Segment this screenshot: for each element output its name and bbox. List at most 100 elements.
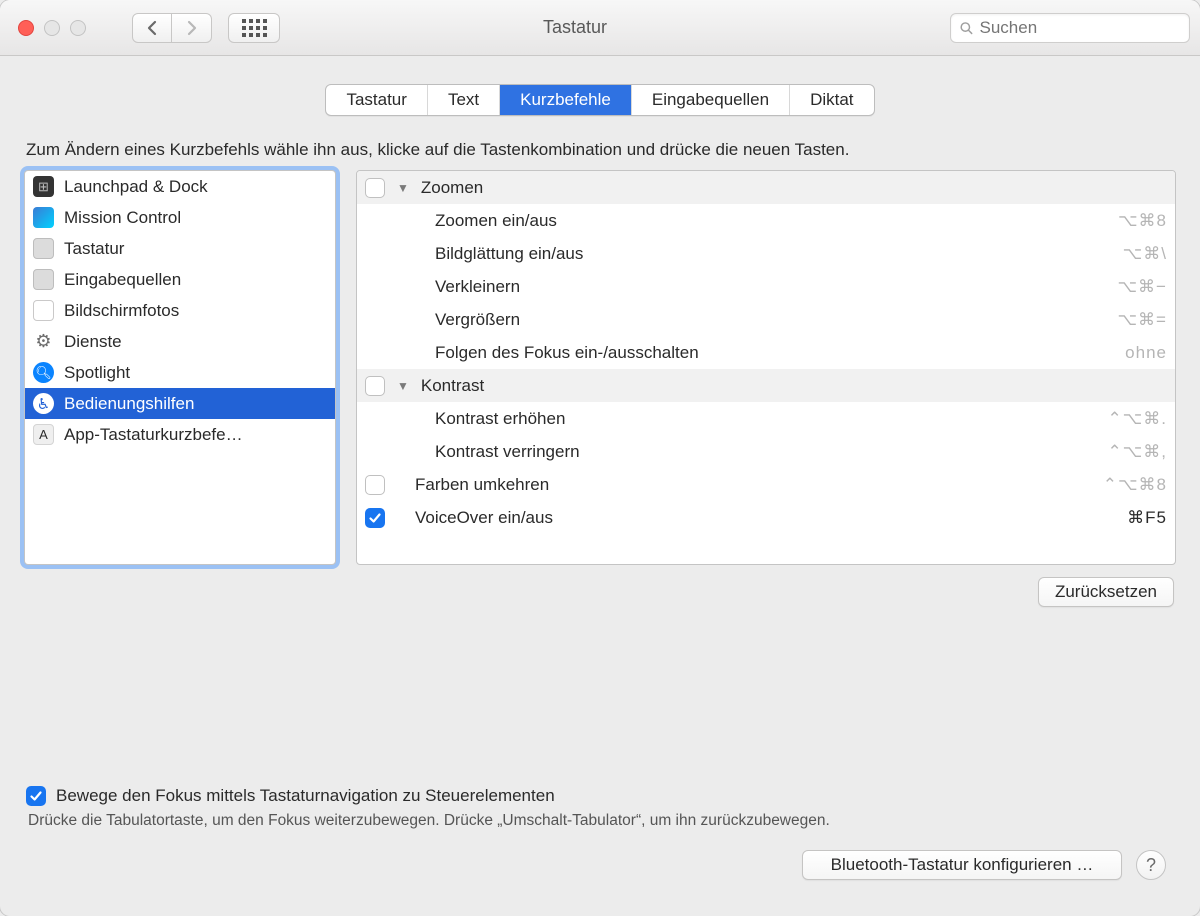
group-header[interactable]: ▼ Kontrast: [357, 369, 1175, 402]
keyboard-nav-sub: Drücke die Tabulatortaste, um den Fokus …: [28, 812, 1174, 830]
category-label: Bildschirmfotos: [64, 301, 179, 321]
shortcut-label: Kontrast erhöhen: [435, 409, 1095, 429]
check-icon: [29, 789, 43, 803]
shortcut-row[interactable]: VoiceOver ein/aus ⌘F5: [357, 501, 1175, 534]
group-checkbox[interactable]: [365, 376, 385, 396]
tab-eingabequellen[interactable]: Eingabequellen: [632, 85, 790, 115]
shortcut-keys[interactable]: ⌘F5: [1127, 508, 1167, 528]
keyboard-nav-checkbox[interactable]: [26, 786, 46, 806]
keyboard-nav-block: Bewege den Fokus mittels Tastaturnavigat…: [26, 786, 1174, 830]
category-launchpad[interactable]: ⊞ Launchpad & Dock: [25, 171, 335, 202]
shortcut-keys[interactable]: ⌥⌘\: [1123, 244, 1167, 264]
app-icon: A: [33, 424, 54, 445]
panels: ⊞ Launchpad & Dock Mission Control Tastatur…: [24, 170, 1176, 565]
shortcut-row[interactable]: Verkleinern ⌥⌘−: [357, 270, 1175, 303]
search-field[interactable]: [950, 13, 1190, 43]
category-label: Tastatur: [64, 239, 124, 259]
content: TastaturTextKurzbefehleEingabequellenDik…: [0, 56, 1200, 916]
window-controls: [18, 20, 86, 36]
shortcut-row[interactable]: Folgen des Fokus ein-/ausschalten ohne: [357, 336, 1175, 369]
search-icon: [959, 20, 974, 36]
tabbar: TastaturTextKurzbefehleEingabequellenDik…: [325, 84, 874, 116]
launchpad-icon: ⊞: [33, 176, 54, 197]
group-label: Kontrast: [421, 376, 1167, 396]
shortcut-keys[interactable]: ⌃⌥⌘.: [1107, 409, 1167, 429]
spotlight-icon: 🔍︎: [33, 362, 54, 383]
disclosure-triangle-icon[interactable]: ▼: [397, 379, 409, 393]
keyboard-icon: [33, 238, 54, 259]
gear-icon: ⚙: [33, 331, 54, 352]
shortcut-row[interactable]: Kontrast erhöhen ⌃⌥⌘.: [357, 402, 1175, 435]
category-screenshot[interactable]: Bildschirmfotos: [25, 295, 335, 326]
shortcut-keys[interactable]: ⌥⌘8: [1118, 211, 1167, 231]
category-label: Mission Control: [64, 208, 181, 228]
category-label: Dienste: [64, 332, 122, 352]
screenshot-icon: [33, 300, 54, 321]
group-label: Zoomen: [421, 178, 1167, 198]
category-label: Eingabequellen: [64, 270, 181, 290]
reset-row: Zurücksetzen: [18, 577, 1182, 607]
instructions-text: Zum Ändern eines Kurzbefehls wähle ihn a…: [26, 140, 1174, 160]
help-button[interactable]: ?: [1136, 850, 1166, 880]
shortcut-row[interactable]: Bildglättung ein/aus ⌥⌘\: [357, 237, 1175, 270]
category-keyboard[interactable]: Tastatur: [25, 233, 335, 264]
a11y-icon: ♿︎: [33, 393, 54, 414]
window-title: Tastatur: [210, 17, 940, 38]
chevron-left-icon: [145, 20, 159, 36]
forward-button[interactable]: [172, 13, 212, 43]
zoom-window-button[interactable]: [70, 20, 86, 36]
chevron-right-icon: [185, 20, 199, 36]
bluetooth-button[interactable]: Bluetooth-Tastatur konfigurieren …: [802, 850, 1122, 880]
shortcut-checkbox[interactable]: [365, 508, 385, 528]
shortcut-label: VoiceOver ein/aus: [415, 508, 1115, 528]
group-header[interactable]: ▼ Zoomen: [357, 171, 1175, 204]
disclosure-triangle-icon[interactable]: ▼: [397, 181, 409, 195]
shortcut-row[interactable]: Farben umkehren ⌃⌥⌘8: [357, 468, 1175, 501]
search-input[interactable]: [980, 18, 1181, 38]
shortcut-row[interactable]: Vergrößern ⌥⌘=: [357, 303, 1175, 336]
shortcut-label: Vergrößern: [435, 310, 1105, 330]
shortcuts-table[interactable]: ▼ Zoomen Zoomen ein/aus ⌥⌘8 Bildglättung ein…: [356, 170, 1176, 565]
category-label: App-Tastaturkurzbefe…: [64, 425, 243, 445]
category-label: Bedienungshilfen: [64, 394, 194, 414]
category-mission[interactable]: Mission Control: [25, 202, 335, 233]
shortcut-keys[interactable]: ⌥⌘−: [1117, 277, 1167, 297]
tab-diktat[interactable]: Diktat: [790, 85, 873, 115]
preferences-window: Tastatur TastaturTextKurzbefehleEingabeq…: [0, 0, 1200, 916]
shortcut-keys[interactable]: ⌃⌥⌘8: [1103, 475, 1167, 495]
category-label: Spotlight: [64, 363, 130, 383]
group-checkbox[interactable]: [365, 178, 385, 198]
titlebar: Tastatur: [0, 0, 1200, 56]
back-button[interactable]: [132, 13, 172, 43]
category-input[interactable]: Eingabequellen: [25, 264, 335, 295]
reset-button[interactable]: Zurücksetzen: [1038, 577, 1174, 607]
shortcut-label: Kontrast verringern: [435, 442, 1095, 462]
shortcut-label: Zoomen ein/aus: [435, 211, 1106, 231]
shortcut-row[interactable]: Zoomen ein/aus ⌥⌘8: [357, 204, 1175, 237]
category-gear[interactable]: ⚙ Dienste: [25, 326, 335, 357]
input-icon: [33, 269, 54, 290]
shortcut-keys[interactable]: ⌃⌥⌘,: [1107, 442, 1167, 462]
shortcut-label: Farben umkehren: [415, 475, 1091, 495]
footer: Bluetooth-Tastatur konfigurieren … ?: [18, 850, 1182, 900]
close-window-button[interactable]: [18, 20, 34, 36]
shortcut-checkbox[interactable]: [365, 475, 385, 495]
mission-icon: [33, 207, 54, 228]
category-list[interactable]: ⊞ Launchpad & Dock Mission Control Tastatur…: [24, 170, 336, 565]
category-label: Launchpad & Dock: [64, 177, 208, 197]
shortcut-keys[interactable]: ohne: [1125, 343, 1167, 363]
shortcut-label: Bildglättung ein/aus: [435, 244, 1111, 264]
category-app[interactable]: A App-Tastaturkurzbefe…: [25, 419, 335, 450]
shortcut-label: Folgen des Fokus ein-/ausschalten: [435, 343, 1113, 363]
shortcut-keys[interactable]: ⌥⌘=: [1117, 310, 1167, 330]
shortcut-label: Verkleinern: [435, 277, 1105, 297]
keyboard-nav-label: Bewege den Fokus mittels Tastaturnavigat…: [56, 786, 555, 806]
category-spotlight[interactable]: 🔍︎ Spotlight: [25, 357, 335, 388]
tab-kurzbefehle[interactable]: Kurzbefehle: [500, 85, 632, 115]
shortcut-row[interactable]: Kontrast verringern ⌃⌥⌘,: [357, 435, 1175, 468]
tab-tastatur[interactable]: Tastatur: [326, 85, 427, 115]
minimize-window-button[interactable]: [44, 20, 60, 36]
tab-text[interactable]: Text: [428, 85, 500, 115]
category-a11y[interactable]: ♿︎ Bedienungshilfen: [25, 388, 335, 419]
nav-buttons: [132, 13, 212, 43]
